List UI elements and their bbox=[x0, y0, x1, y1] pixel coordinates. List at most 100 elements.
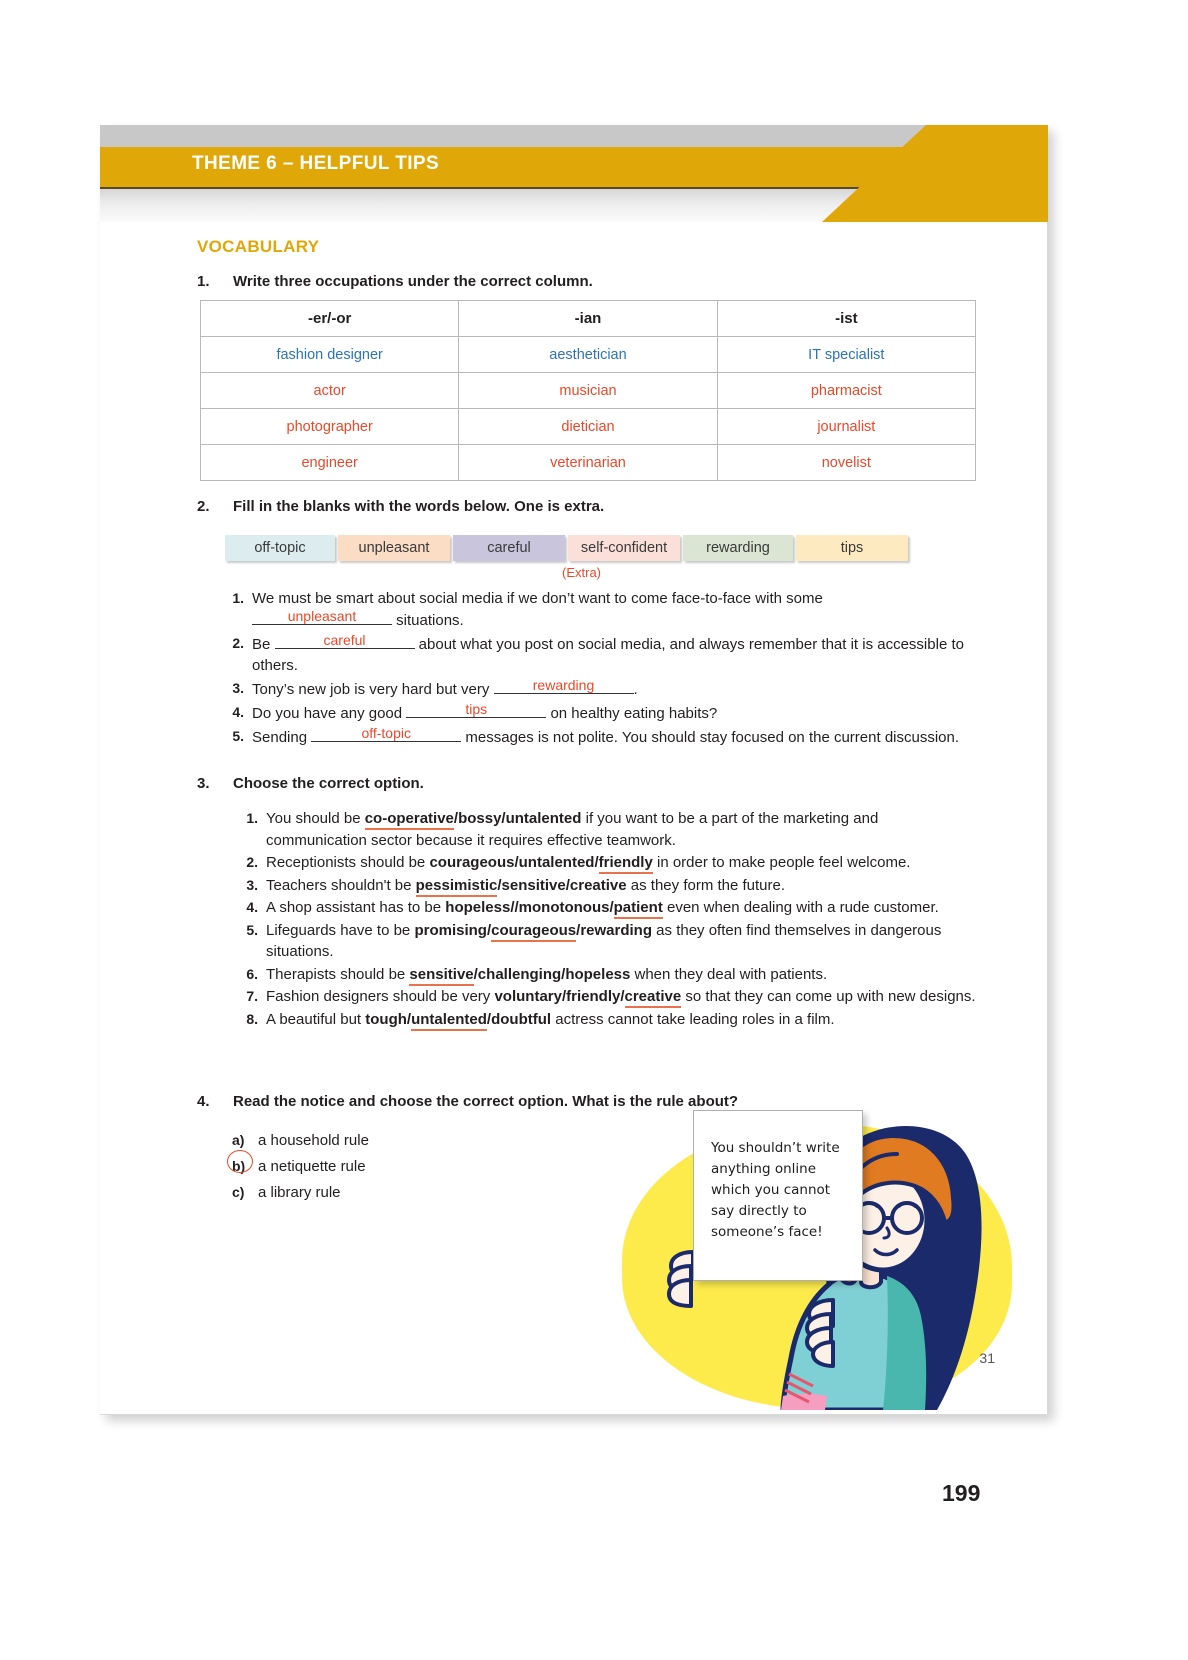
chosen-option: untalented bbox=[411, 1010, 487, 1031]
list-item: 4. A shop assistant has to be hopeless//… bbox=[234, 897, 979, 919]
exercise-4-title: Read the notice and choose the correct o… bbox=[233, 1093, 739, 1110]
sentence-after: as they form the future. bbox=[626, 876, 786, 894]
word-bank-chip[interactable]: unpleasant bbox=[338, 535, 450, 561]
answer-blank[interactable]: tips bbox=[406, 701, 547, 724]
sentence-after: on healthy eating habits? bbox=[546, 705, 718, 722]
option-b[interactable]: b) a netiquette rule bbox=[227, 1150, 369, 1179]
table-cell: pharmacist bbox=[716, 372, 977, 409]
table-column-header: -er/-or bbox=[199, 300, 460, 337]
item-text: A shop assistant has to be hopeless//mon… bbox=[266, 897, 979, 919]
fill-in-blanks-list: 1. We must be smart about social media i… bbox=[220, 588, 980, 750]
table-cell: novelist bbox=[716, 444, 977, 481]
option-letter: c) bbox=[232, 1180, 258, 1204]
item-number: 2. bbox=[232, 635, 244, 651]
table-cell: IT specialist bbox=[716, 336, 977, 373]
option-a[interactable]: a) a household rule bbox=[232, 1128, 369, 1153]
chosen-option: creative bbox=[624, 988, 682, 1008]
item-text: Fashion designers should be very volunta… bbox=[266, 986, 979, 1008]
table-cell: aesthetician bbox=[458, 336, 718, 373]
chosen-option: co-operative bbox=[364, 810, 454, 830]
item-text: Receptionists should be courageous/untal… bbox=[266, 852, 979, 874]
option-c[interactable]: c) a library rule bbox=[232, 1180, 369, 1205]
sentence-after: so that they can come up with new design… bbox=[681, 988, 976, 1005]
list-item: 2. Be careful about what you post on soc… bbox=[220, 632, 980, 676]
list-item: 3. Tony’s new job is very hard but very … bbox=[220, 677, 980, 700]
sentence-after: situations. bbox=[392, 612, 464, 629]
option-label: a netiquette rule bbox=[258, 1158, 366, 1175]
option-group[interactable]: co-operative/bossy/untalented bbox=[364, 810, 582, 830]
sentence-before: You should be bbox=[266, 810, 365, 827]
exercise-2-number: 2. bbox=[197, 498, 210, 515]
exercise-4-number: 4. bbox=[197, 1093, 210, 1110]
option-group[interactable]: hopeless//monotonous/patient bbox=[445, 899, 663, 919]
blank-answer: tips bbox=[465, 701, 488, 717]
chosen-option: courageous bbox=[491, 921, 577, 942]
option-group[interactable]: tough/untalented/doubtful bbox=[365, 1010, 551, 1031]
item-number: 5. bbox=[246, 921, 258, 938]
answer-blank[interactable]: unpleasant bbox=[252, 608, 392, 631]
list-item: 3. Teachers shouldn't be pessimistic/sen… bbox=[234, 875, 979, 897]
sentence-before: Be bbox=[252, 636, 275, 653]
selected-answer-circle bbox=[227, 1150, 253, 1173]
word-bank-chip[interactable]: off-topic bbox=[225, 535, 335, 561]
sentence-before: Fashion designers should be very bbox=[266, 988, 495, 1005]
table-column-header: -ian bbox=[458, 300, 718, 337]
list-item: 8. A beautiful but tough/untalented/doub… bbox=[234, 1009, 979, 1031]
item-text: Do you have any good tips on healthy eat… bbox=[252, 701, 980, 724]
item-number: 1. bbox=[232, 590, 244, 606]
exercise-3-header: 3. Choose the correct option. bbox=[197, 775, 987, 792]
header-gray-top-stripe bbox=[100, 125, 1048, 147]
word-bank-chip[interactable]: tips bbox=[796, 535, 908, 561]
list-item: 6. Therapists should be sensitive/challe… bbox=[234, 964, 979, 986]
word-bank-chip[interactable]: self-confident bbox=[568, 535, 680, 561]
choose-option-list: 1. You should be co-operative/bossy/unta… bbox=[234, 808, 979, 1031]
option-group[interactable]: sensitive/challenging/hopeless bbox=[409, 965, 630, 986]
sentence-before: A shop assistant has to be bbox=[266, 899, 446, 916]
sentence-before: Receptionists should be bbox=[266, 854, 430, 871]
sentence-before: A beautiful but bbox=[266, 1010, 366, 1028]
table-cell: dietician bbox=[458, 408, 718, 445]
option-group[interactable]: courageous/untalented/friendly bbox=[429, 854, 653, 874]
word-bank-chip[interactable]: careful bbox=[453, 535, 565, 561]
option-pre: tough/ bbox=[365, 1010, 412, 1028]
exercise-4-header: 4. Read the notice and choose the correc… bbox=[197, 1093, 987, 1110]
table-cell: fashion designer bbox=[199, 336, 460, 373]
word-bank-chip[interactable]: rewarding bbox=[683, 535, 793, 561]
table-cell: photographer bbox=[199, 408, 460, 445]
list-item: 7. Fashion designers should be very volu… bbox=[234, 986, 979, 1008]
list-item: 4. Do you have any good tips on healthy … bbox=[220, 701, 980, 724]
sentence-after: in order to make people feel welcome. bbox=[652, 854, 911, 871]
option-label: a library rule bbox=[258, 1184, 341, 1201]
outer-page-number: 199 bbox=[942, 1480, 981, 1506]
theme-header-band: THEME 6 – HELPFUL TIPS bbox=[100, 125, 1048, 222]
item-number: 3. bbox=[246, 876, 258, 893]
answer-blank[interactable]: careful bbox=[274, 632, 415, 655]
chosen-option: friendly bbox=[598, 854, 653, 874]
exercise-2-header: 2. Fill in the blanks with the words bel… bbox=[197, 498, 987, 515]
option-letter: a) bbox=[232, 1128, 258, 1152]
table-cell: veterinarian bbox=[458, 444, 718, 481]
page-sheet: THEME 6 – HELPFUL TIPS VOCABULARY 1. Wri… bbox=[100, 125, 1048, 1415]
list-item: 2. Receptionists should be courageous/un… bbox=[234, 852, 979, 874]
table-header-row: -er/-or -ian -ist bbox=[199, 300, 977, 337]
item-text: Tony’s new job is very hard but very rew… bbox=[252, 677, 980, 700]
word-bank: off-topic unpleasant careful self-confid… bbox=[225, 535, 908, 561]
blank-answer: unpleasant bbox=[287, 608, 357, 624]
option-letter: b) bbox=[227, 1150, 258, 1178]
table-row: engineer veterinarian novelist bbox=[199, 444, 977, 481]
option-post: /bossy/untalented bbox=[453, 810, 582, 827]
table-cell: musician bbox=[458, 372, 718, 409]
exercise-1-header: 1. Write three occupations under the cor… bbox=[197, 273, 987, 290]
item-number: 2. bbox=[246, 854, 258, 870]
item-text: Be careful about what you post on social… bbox=[252, 632, 980, 676]
chosen-option: patient bbox=[613, 899, 663, 919]
option-label: a household rule bbox=[258, 1132, 369, 1149]
answer-blank[interactable]: off-topic bbox=[311, 725, 462, 748]
option-group[interactable]: promising/courageous/rewarding bbox=[414, 921, 652, 942]
table-cell: actor bbox=[199, 372, 460, 409]
option-pre: promising/ bbox=[414, 921, 492, 939]
answer-blank[interactable]: rewarding bbox=[493, 677, 634, 700]
option-group[interactable]: pessimistic/sensitive/creative bbox=[415, 876, 627, 897]
option-group[interactable]: voluntary/friendly/creative bbox=[494, 988, 682, 1008]
sentence-before: Do you have any good bbox=[252, 705, 407, 722]
